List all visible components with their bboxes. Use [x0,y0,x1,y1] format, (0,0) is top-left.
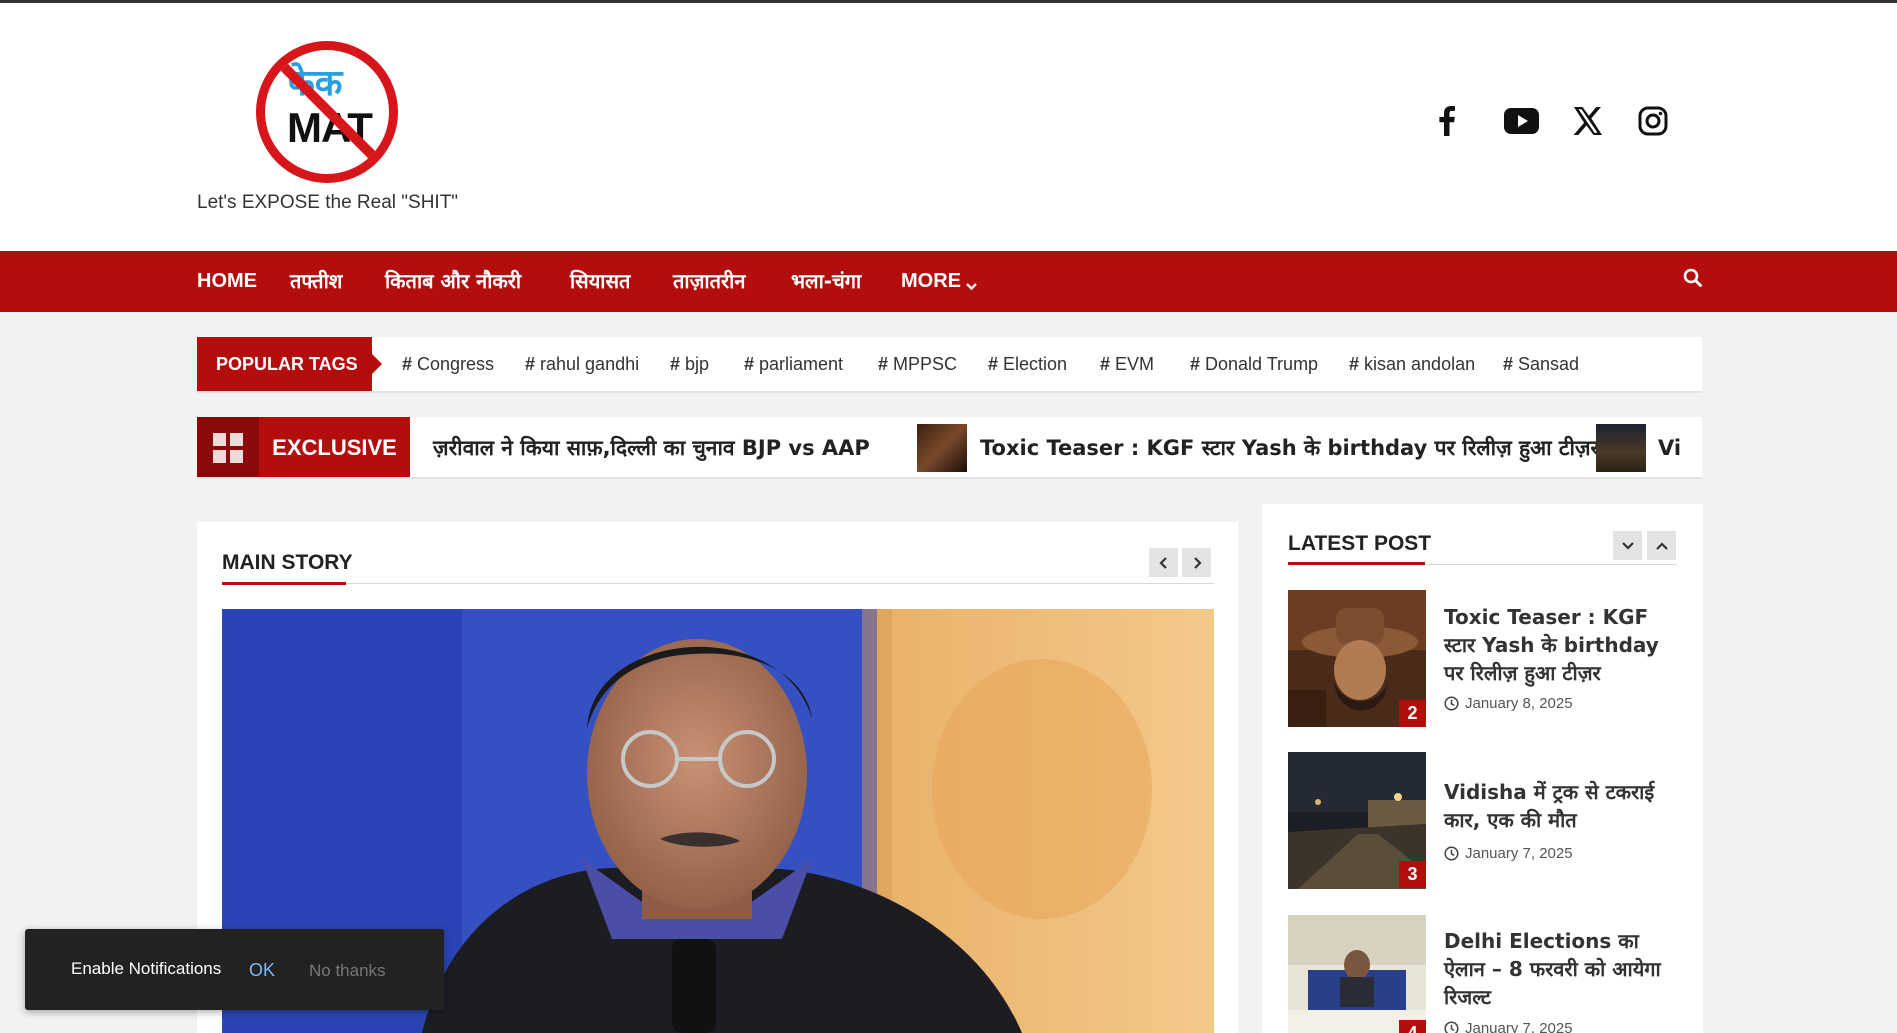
post-date: January 7, 2025 [1444,1020,1573,1033]
tag-item[interactable]: # rahul gandhi [525,337,639,391]
clock-icon [1444,846,1459,861]
nav-kitab-naukri[interactable]: किताब और नौकरी [385,251,521,312]
notification-prompt: Enable Notifications OK No thanks [25,929,444,1010]
nav-taftish[interactable]: तफ्तीश [290,251,342,312]
ticker-item[interactable]: Vi [1658,417,1681,477]
tag-item[interactable]: # parliament [744,337,843,391]
nav-bhala-changa[interactable]: भला-चंगा [791,251,861,312]
site-header: फेक MAT Let's EXPOSE the Real "SHIT" [0,3,1897,251]
post-rank-badge: 3 [1399,861,1426,888]
post-rank-badge: 2 [1399,700,1426,727]
youtube-icon[interactable] [1503,101,1539,141]
main-navigation: HOME तफ्तीश किताब और नौकरी सियासत ताज़ात… [0,251,1897,312]
latest-post-underline [1288,562,1425,565]
tag-item[interactable]: # Congress [402,337,494,391]
exclusive-ticker: EXCLUSIVE ज़रीवाल ने किया साफ़,दिल्ली का… [197,417,1702,479]
latest-post-down-button[interactable] [1613,531,1642,560]
chevron-up-icon [1655,541,1668,550]
facebook-icon[interactable] [1432,101,1462,141]
tag-item[interactable]: # EVM [1100,337,1154,391]
tag-item[interactable]: # MPPSC [878,337,957,391]
x-twitter-icon[interactable] [1572,101,1604,141]
tag-item[interactable]: # Sansad [1503,337,1579,391]
ticker-item[interactable]: ज़रीवाल ने किया साफ़,दिल्ली का चुनाव BJP… [433,417,870,477]
main-story-rule [222,583,1214,584]
notification-text: Enable Notifications [71,959,222,978]
site-tagline: Let's EXPOSE the Real "SHIT" [197,192,459,213]
main-story-title: MAIN STORY [222,551,353,574]
chevron-down-icon[interactable] [966,278,977,296]
ticker-item[interactable]: Toxic Teaser : KGF स्टार Yash के birthda… [980,417,1599,477]
latest-post-title: LATEST POST [1288,532,1432,555]
main-story-underline [222,582,346,585]
notification-ok-button[interactable]: OK [249,960,275,981]
tag-item[interactable]: # Election [988,337,1067,391]
exclusive-label: EXCLUSIVE [259,417,410,477]
popular-tags-label: POPULAR TAGS [197,337,382,391]
site-logo[interactable]: फेक MAT [256,41,398,183]
post-title[interactable]: Delhi Elections का ऐलान – 8 फरवरी को आये… [1444,927,1680,1011]
tag-item[interactable]: # bjp [670,337,709,391]
clock-icon [1444,696,1459,711]
chevron-left-icon [1158,556,1167,569]
chevron-down-icon [1621,541,1634,550]
latest-post-up-button[interactable] [1647,531,1676,560]
tag-item[interactable]: # kisan andolan [1349,337,1475,391]
search-icon[interactable] [1683,268,1705,290]
post-date: January 7, 2025 [1444,845,1573,862]
grid-icon [197,417,259,477]
chevron-right-icon [1193,556,1202,569]
main-story-prev-button[interactable] [1149,548,1178,577]
nav-home[interactable]: HOME [197,251,257,312]
main-story-next-button[interactable] [1182,548,1211,577]
clock-icon [1444,1021,1459,1033]
nav-more[interactable]: MORE [901,251,961,312]
tag-item[interactable]: # Donald Trump [1190,337,1318,391]
post-title[interactable]: Vidisha में ट्रक से टकराई कार, एक की मौत [1444,778,1680,834]
post-title[interactable]: Toxic Teaser : KGF स्टार Yash के birthda… [1444,603,1680,687]
notification-no-thanks-button[interactable]: No thanks [309,961,386,981]
ticker-thumbnail[interactable] [1596,424,1646,472]
post-thumbnail[interactable] [1288,915,1426,1033]
post-rank-badge: 4 [1399,1020,1426,1033]
post-date: January 8, 2025 [1444,695,1573,712]
nav-siyasat[interactable]: सियासत [570,251,630,312]
instagram-icon[interactable] [1637,101,1669,141]
ticker-thumbnail[interactable] [917,424,967,472]
nav-tazatareen[interactable]: ताज़ातरीन [673,251,745,312]
popular-tags-bar: POPULAR TAGS # Congress # rahul gandhi # bj… [197,337,1702,393]
